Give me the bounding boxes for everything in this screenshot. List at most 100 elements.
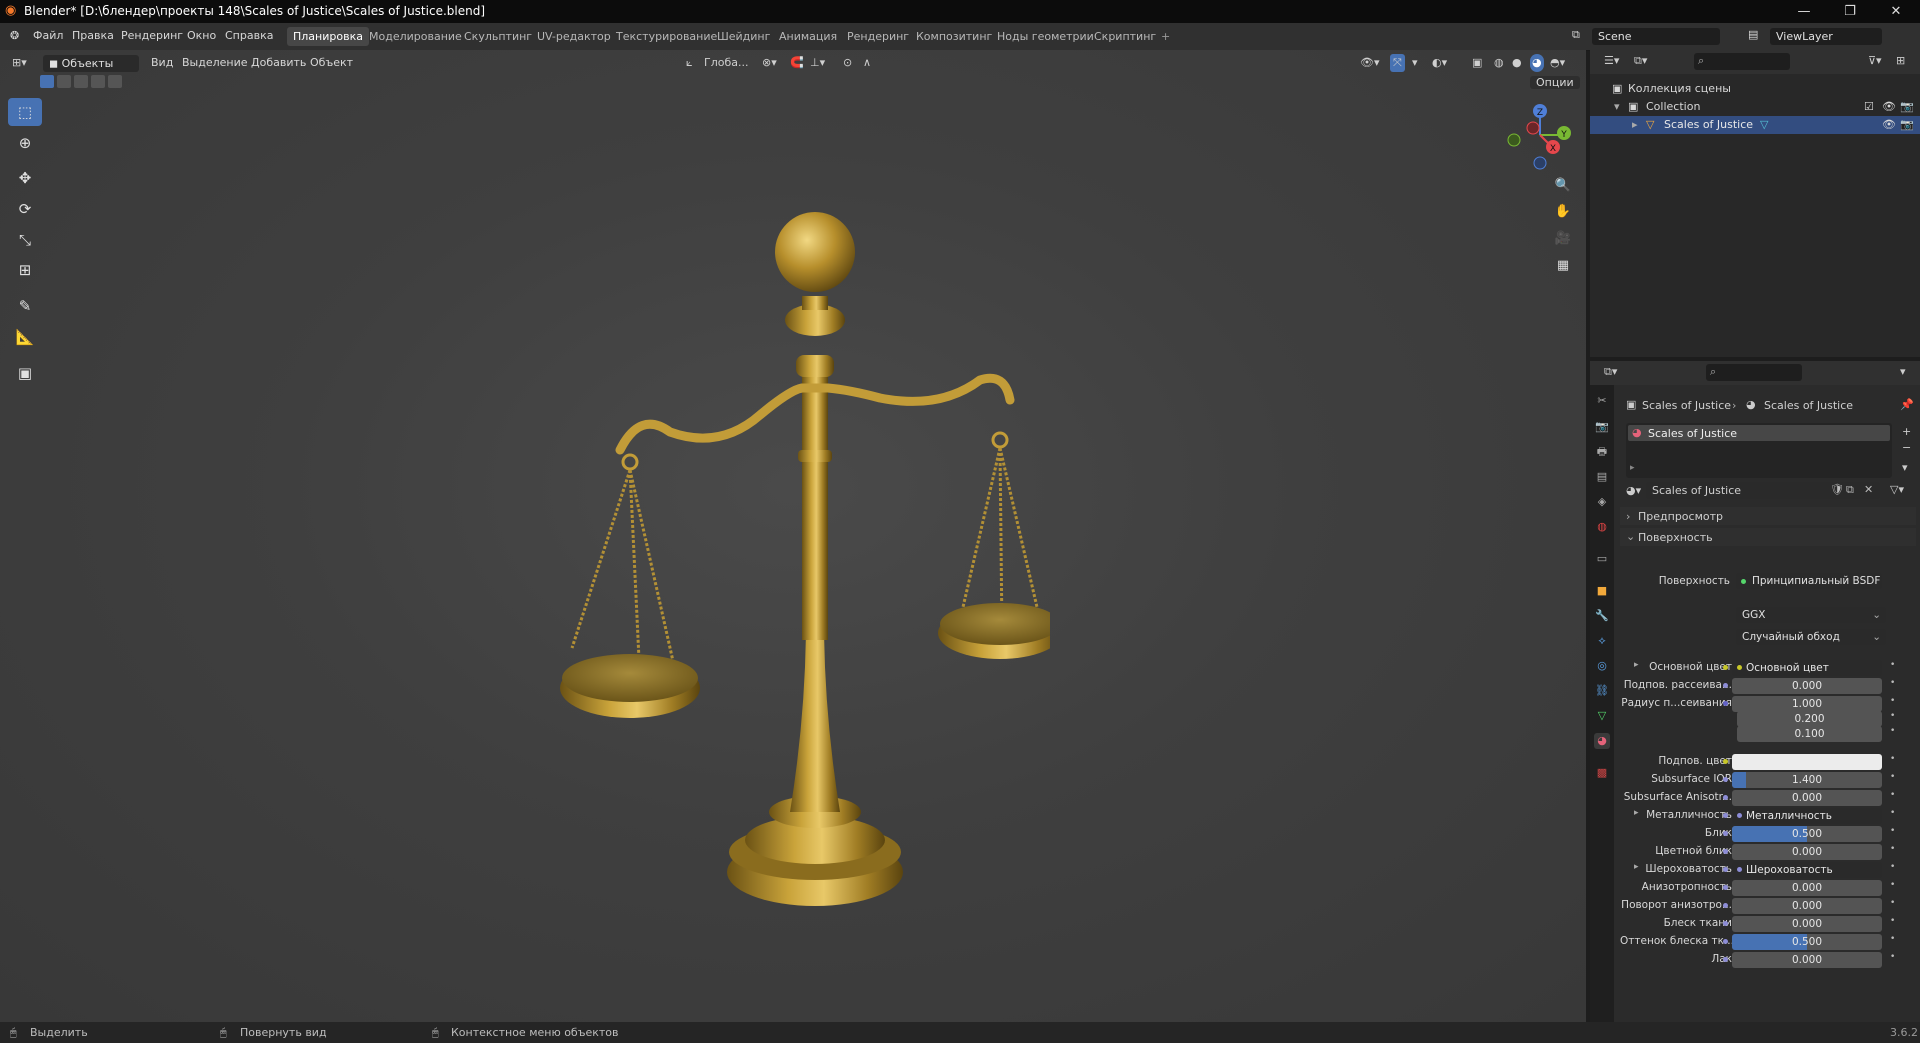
measure-tool-icon[interactable]: 📐	[8, 323, 42, 351]
keyframe-dot-icon[interactable]: •	[1890, 862, 1895, 872]
numeric-input-field[interactable]: 0.000	[1732, 880, 1882, 896]
color-swatch-field[interactable]	[1732, 754, 1882, 770]
numeric-input-field[interactable]: 0.000	[1732, 678, 1882, 694]
numeric-input-field[interactable]: 0.500	[1732, 934, 1882, 950]
scale-tool-icon[interactable]: ⤡	[8, 226, 42, 254]
socket-dot-icon[interactable]	[1723, 831, 1728, 836]
add-workspace-button[interactable]: +	[1155, 27, 1176, 46]
xray-icon[interactable]: ▣	[1472, 54, 1482, 72]
gizmo-dropdown-icon[interactable]: ▾	[1412, 54, 1418, 72]
keyframe-dot-icon[interactable]: •	[1890, 754, 1895, 764]
numeric-input-field[interactable]: 0.100	[1737, 726, 1882, 742]
menu-file[interactable]: Файл	[33, 29, 63, 42]
maximize-button[interactable]: ❐	[1828, 0, 1872, 23]
tab-scripting[interactable]: Скриптинг	[1088, 27, 1162, 46]
select-subtract-icon[interactable]	[74, 75, 88, 88]
select-extend-icon[interactable]	[57, 75, 71, 88]
tab-rendering[interactable]: Рендеринг	[841, 27, 915, 46]
socket-dot-icon[interactable]	[1723, 759, 1728, 764]
tab-compositing[interactable]: Композитинг	[910, 27, 998, 46]
expand-chevron-icon[interactable]: ▸	[1632, 116, 1638, 134]
wireframe-shading-icon[interactable]: ◍	[1494, 54, 1504, 72]
numeric-input-field[interactable]: 0.500	[1732, 826, 1882, 842]
outliner-row-object[interactable]: ▸ ▽ Scales of Justice ▽ 👁 📷	[1590, 116, 1920, 134]
solid-shading-icon[interactable]: ●	[1512, 54, 1522, 72]
outliner-row-scene-collection[interactable]: ▣ Коллекция сцены	[1590, 80, 1920, 98]
gizmo-toggle-icon[interactable]: ⤧	[1390, 54, 1405, 72]
keyframe-dot-icon[interactable]: •	[1890, 934, 1895, 944]
menu-view[interactable]: Вид	[151, 56, 173, 69]
keyframe-dot-icon[interactable]: •	[1890, 660, 1895, 670]
keyframe-dot-icon[interactable]: •	[1890, 790, 1895, 800]
eye-icon[interactable]: 👁	[1882, 116, 1896, 134]
view-layer-icon[interactable]: ▤	[1748, 28, 1758, 41]
zoom-icon[interactable]: 🔍	[1551, 174, 1575, 198]
numeric-input-field[interactable]: 0.000	[1732, 898, 1882, 914]
outliner-row-collection[interactable]: ▾ ▣ Collection ☑ 👁 📷	[1590, 98, 1920, 116]
tab-texturing[interactable]: Текстурирование	[610, 27, 723, 46]
socket-dot-icon[interactable]	[1723, 795, 1728, 800]
rotate-tool-icon[interactable]: ⟳	[8, 195, 42, 223]
socket-dot-icon[interactable]	[1723, 903, 1728, 908]
socket-dot-icon[interactable]	[1723, 701, 1728, 706]
camera-icon[interactable]: 📷	[1900, 98, 1914, 116]
menu-render[interactable]: Рендеринг	[121, 29, 183, 42]
mode-selector[interactable]: ◼ Объекты	[43, 55, 139, 72]
proportional-edit-icon[interactable]: ⊙	[843, 54, 852, 72]
camera-icon[interactable]: 📷	[1900, 116, 1914, 134]
socket-dot-icon[interactable]	[1723, 777, 1728, 782]
move-tool-icon[interactable]: ✥	[8, 164, 42, 192]
display-mode-icon[interactable]: ⧉▾	[1634, 54, 1647, 68]
numeric-input-field[interactable]: 0.000	[1732, 916, 1882, 932]
select-new-icon[interactable]	[40, 75, 54, 88]
pivot-icon[interactable]: ⊗▾	[762, 54, 777, 72]
perspective-grid-icon[interactable]: ▦	[1551, 254, 1575, 278]
keyframe-dot-icon[interactable]: •	[1890, 678, 1895, 688]
tab-shading[interactable]: Шейдинг	[711, 27, 776, 46]
socket-dot-icon[interactable]	[1723, 813, 1728, 818]
expand-chevron-icon[interactable]: ▾	[1614, 98, 1620, 116]
socket-dot-icon[interactable]	[1723, 665, 1728, 670]
socket-dot-icon[interactable]	[1723, 939, 1728, 944]
numeric-input-field[interactable]: 0.000	[1732, 952, 1882, 968]
rendered-shading-icon[interactable]: ◓▾	[1550, 54, 1565, 72]
transform-tool-icon[interactable]: ⊞	[8, 256, 42, 284]
tab-animation[interactable]: Анимация	[773, 27, 843, 46]
tab-uv-editor[interactable]: UV-редактор	[531, 27, 617, 46]
numeric-input-field[interactable]: 0.000	[1732, 844, 1882, 860]
numeric-input-field[interactable]: 0.000	[1732, 790, 1882, 806]
select-invert-icon[interactable]	[91, 75, 105, 88]
tab-layout[interactable]: Планировка	[287, 27, 369, 46]
transform-orientation-dropdown[interactable]: Глоба...	[704, 54, 748, 72]
socket-dot-icon[interactable]	[1723, 921, 1728, 926]
keyframe-dot-icon[interactable]: •	[1890, 826, 1895, 836]
menu-help[interactable]: Справка	[225, 29, 273, 42]
eye-icon[interactable]: 👁	[1882, 98, 1896, 116]
socket-dot-icon[interactable]	[1723, 867, 1728, 872]
pan-hand-icon[interactable]: ✋	[1551, 200, 1575, 224]
select-box-tool-icon[interactable]: ⬚	[8, 98, 42, 126]
socket-dot-icon[interactable]	[1723, 885, 1728, 890]
outliner-search-input[interactable]	[1694, 53, 1790, 70]
minimize-button[interactable]: —	[1782, 0, 1826, 23]
linked-input-field[interactable]: Основной цвет	[1732, 660, 1882, 676]
scene-selector[interactable]: Scene	[1592, 28, 1720, 45]
menu-add[interactable]: Добавить	[251, 56, 306, 69]
snap-icon[interactable]: 🧲	[790, 54, 804, 72]
gizmo-neg-x[interactable]	[1526, 121, 1540, 135]
visibility-icon[interactable]: 👁▾	[1360, 54, 1380, 72]
keyframe-dot-icon[interactable]: •	[1890, 952, 1895, 962]
socket-dot-icon[interactable]	[1723, 683, 1728, 688]
scene-icon[interactable]: ⧉	[1572, 28, 1580, 42]
material-preview-icon[interactable]: ◕	[1530, 54, 1544, 72]
mesh-data-icon[interactable]: ▽	[1760, 116, 1768, 134]
keyframe-dot-icon[interactable]: •	[1890, 844, 1895, 854]
cursor-tool-icon[interactable]: ⊕	[8, 129, 42, 157]
close-button[interactable]: ✕	[1874, 0, 1918, 23]
checkbox-icon[interactable]: ☑	[1864, 98, 1874, 116]
snap-target-icon[interactable]: ⊥▾	[810, 54, 825, 72]
falloff-icon[interactable]: ∧	[863, 54, 871, 72]
menu-object[interactable]: Объект	[310, 56, 353, 69]
gizmo-neg-z[interactable]	[1533, 156, 1547, 170]
new-collection-icon[interactable]: ⊞	[1896, 54, 1905, 67]
